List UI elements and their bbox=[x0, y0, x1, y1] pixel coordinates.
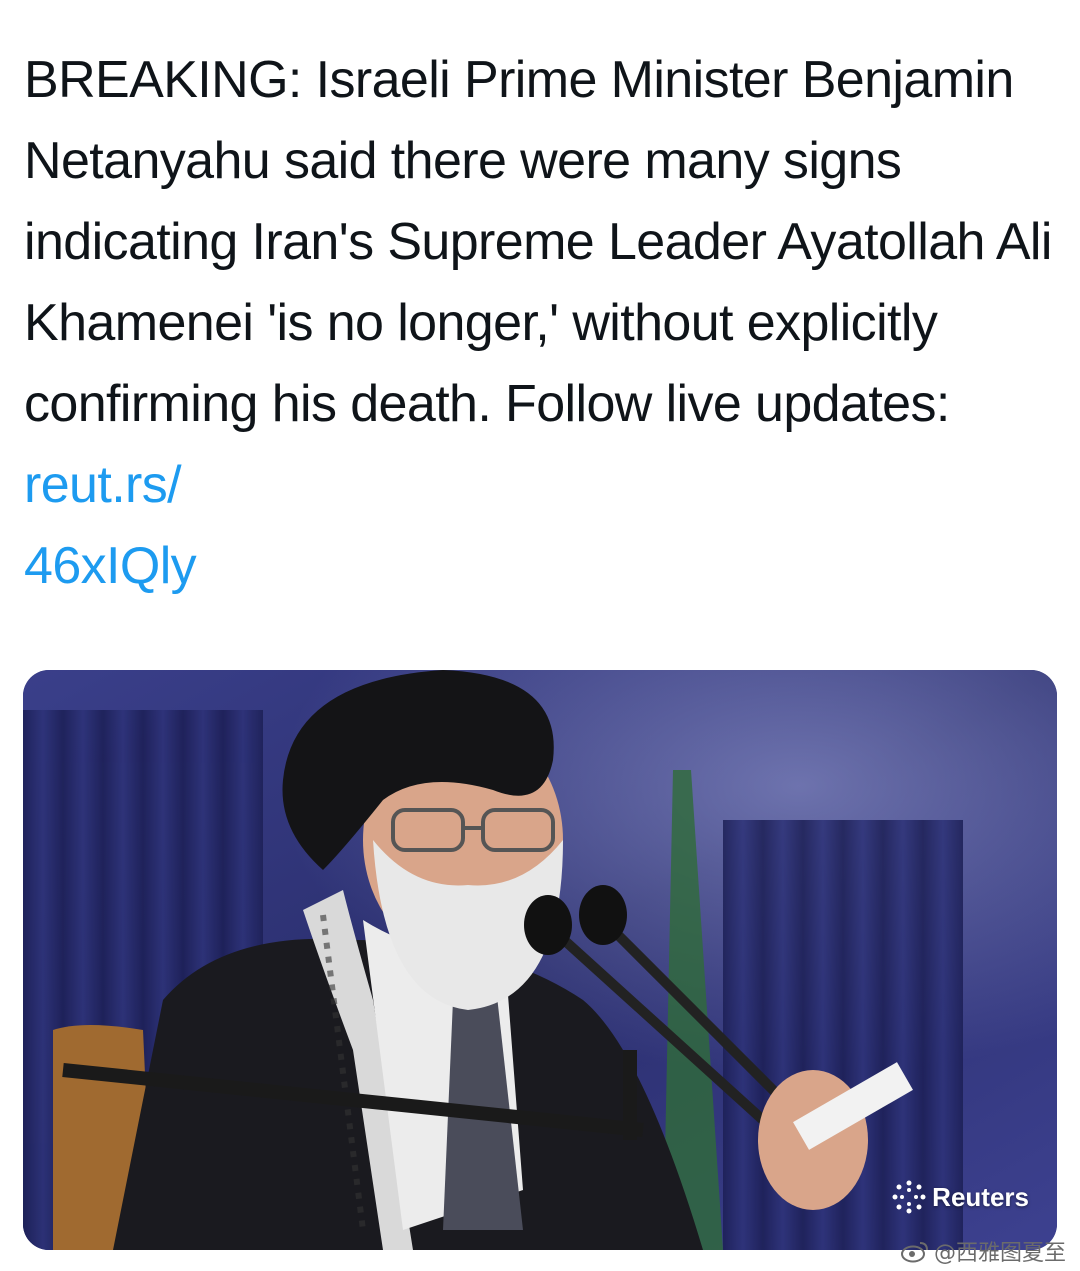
tweet-media-photo[interactable]: Reuters bbox=[23, 670, 1057, 1250]
tweet-body: BREAKING: Israeli Prime Minister Benjami… bbox=[24, 51, 1066, 433]
weibo-watermark: @西雅图夏至 bbox=[900, 1235, 1066, 1267]
watermark-text: @西雅图夏至 bbox=[933, 1241, 1066, 1266]
photo-scene bbox=[23, 670, 1057, 1250]
tweet-link[interactable]: reut.rs/ 46xIQly bbox=[24, 456, 197, 595]
reuters-label: Reuters bbox=[932, 1181, 1029, 1212]
reuters-dots-icon bbox=[892, 1180, 926, 1214]
reuters-credit: Reuters bbox=[892, 1180, 1029, 1214]
tweet-text: BREAKING: Israeli Prime Minister Benjami… bbox=[24, 40, 1054, 607]
weibo-icon bbox=[900, 1242, 928, 1263]
